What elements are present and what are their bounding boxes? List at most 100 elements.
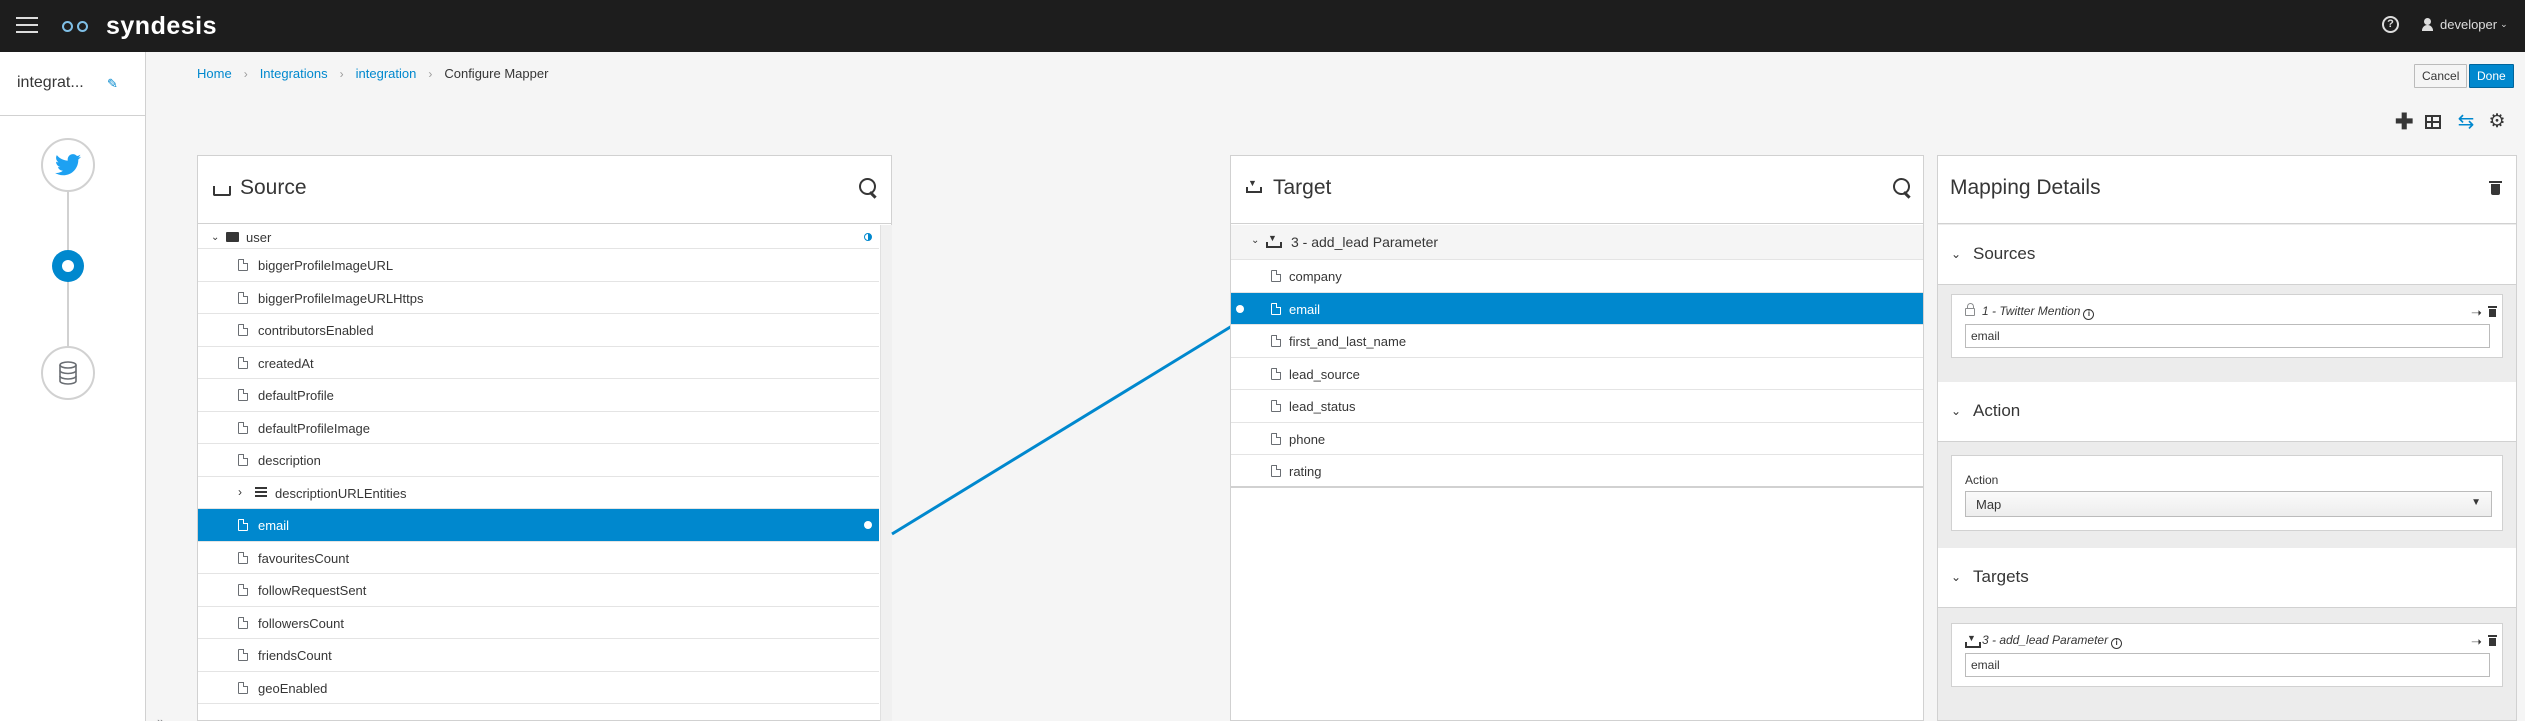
target-field-label: phone (1289, 431, 1326, 447)
target-card-label-text: 3 - add_lead Parameter (1982, 633, 2109, 647)
user-menu[interactable]: developer ⌄ (2422, 17, 2508, 32)
pencil-icon[interactable]: ✎ (107, 77, 119, 90)
file-icon (238, 584, 248, 596)
source-field[interactable]: biggerProfileImageURLHttps (198, 282, 879, 314)
arrow-right-icon[interactable]: ➝ (2471, 305, 2482, 321)
folder-icon (226, 232, 239, 242)
step-twitter[interactable] (41, 138, 95, 192)
source-field[interactable]: followersCount (198, 607, 879, 639)
target-parent-group[interactable]: ⌄ 3 - add_lead Parameter (1231, 225, 1923, 260)
source-field-label: contributorsEnabled (258, 323, 374, 338)
target-field[interactable]: lead_source (1231, 358, 1923, 390)
target-mapping-card: 3 - add_lead Parameteri ➝ (1951, 623, 2503, 687)
cancel-button[interactable]: Cancel (2414, 64, 2468, 88)
app-logo[interactable]: syndesis (62, 12, 217, 40)
download-icon (1266, 233, 1282, 248)
chevron-down-icon[interactable]: ⌄ (211, 232, 219, 243)
file-icon (238, 356, 248, 369)
action-section-header[interactable]: ⌄ Action (1938, 382, 2516, 442)
file-icon (238, 324, 248, 336)
target-field-selected[interactable]: email (1231, 292, 1923, 325)
source-field-label: biggerProfileImageURLHttps (258, 290, 424, 306)
source-field-collection[interactable]: › descriptionURLEntities (198, 477, 879, 509)
file-icon (1271, 465, 1281, 477)
help-icon[interactable]: ? (2382, 16, 2399, 33)
table-icon[interactable] (2425, 113, 2443, 131)
arrow-right-icon[interactable]: ➝ (2471, 634, 2482, 650)
lock-icon (1965, 303, 1975, 316)
inbox-icon (213, 186, 231, 196)
file-icon (238, 389, 248, 401)
divider (0, 115, 146, 116)
targets-label: Targets (1973, 567, 2029, 586)
chevron-down-icon[interactable]: ⌄ (1251, 235, 1259, 246)
file-icon (238, 616, 248, 629)
trash-icon[interactable] (2488, 306, 2497, 317)
swap-icon[interactable]: ⇆ (2457, 112, 2475, 132)
chevron-down-icon[interactable]: ⌄ (1951, 247, 1961, 261)
file-icon (1271, 335, 1281, 347)
source-card-label-text: 1 - Twitter Mention (1982, 304, 2081, 318)
done-button[interactable]: Done (2469, 64, 2514, 88)
info-icon[interactable]: i (2111, 638, 2123, 649)
chevron-down-icon[interactable]: ⌄ (1951, 570, 1961, 584)
integration-steps-rail: integrat... ✎ » (0, 52, 164, 721)
source-field[interactable]: followRequestSent (198, 574, 879, 607)
sources-section-header[interactable]: ⌄ Sources (1938, 225, 2516, 285)
source-field[interactable]: contributorsEnabled (198, 314, 879, 347)
partial-mapping-indicator-icon (864, 233, 872, 241)
target-field-label: first_and_last_name (1289, 334, 1407, 349)
target-field[interactable]: phone (1231, 423, 1923, 455)
download-icon (1965, 633, 1981, 648)
search-icon[interactable] (1893, 178, 1913, 198)
source-field[interactable]: friendsCount (198, 639, 879, 672)
target-group-label: 3 - add_lead Parameter (1291, 234, 1439, 250)
source-panel: Source ⌄ user biggerProfileImageURL bigg… (197, 155, 892, 721)
target-field[interactable]: company (1231, 260, 1923, 293)
expand-rail-button[interactable]: » (157, 714, 164, 721)
breadcrumb-separator: › (339, 66, 344, 81)
chevron-right-icon[interactable]: › (238, 485, 242, 499)
source-field-label: descriptionURLEntities (275, 485, 407, 501)
source-field-label: favouritesCount (258, 550, 350, 566)
breadcrumb-home[interactable]: Home (197, 66, 232, 81)
target-field[interactable]: first_and_last_name (1231, 325, 1923, 358)
source-field-label: email (258, 518, 290, 533)
breadcrumb-integrations[interactable]: Integrations (260, 66, 328, 81)
target-field[interactable]: rating (1231, 455, 1923, 488)
user-icon (2422, 18, 2433, 31)
step-database[interactable] (41, 346, 95, 400)
target-field[interactable]: lead_status (1231, 390, 1923, 423)
source-field[interactable]: favouritesCount (198, 542, 879, 574)
source-field-label: defaultProfile (258, 388, 334, 403)
action-select[interactable]: Map ▼ (1965, 491, 2492, 517)
source-parent-user[interactable]: ⌄ user (198, 225, 879, 249)
trash-icon[interactable] (2488, 635, 2497, 646)
source-field[interactable]: biggerProfileImageURL (198, 249, 879, 282)
action-card: Action Map ▼ (1951, 455, 2503, 531)
source-field[interactable]: geoEnabled (198, 672, 879, 704)
file-icon (238, 551, 248, 564)
info-icon[interactable]: i (2083, 309, 2095, 320)
chevron-down-icon[interactable]: ⌄ (1951, 404, 1961, 418)
gear-icon[interactable]: ⚙ (2488, 112, 2506, 131)
targets-section-header[interactable]: ⌄ Targets (1938, 548, 2516, 608)
source-mapping-card: 1 - Twitter Mention i ➝ (1951, 294, 2503, 358)
source-field-selected[interactable]: email (198, 509, 879, 542)
source-field[interactable]: description (198, 444, 879, 477)
trash-icon[interactable] (2489, 180, 2502, 196)
source-field[interactable]: defaultProfileImage (198, 412, 879, 444)
download-icon (1246, 178, 1262, 193)
step-data-mapper[interactable] (52, 250, 84, 282)
search-icon[interactable] (859, 178, 879, 198)
source-field[interactable]: defaultProfile (198, 379, 879, 412)
source-scrollbar[interactable] (880, 225, 892, 721)
target-field-input[interactable] (1965, 653, 2490, 677)
source-field[interactable]: createdAt (198, 347, 879, 379)
plus-icon[interactable]: ✚ (2395, 111, 2413, 133)
hamburger-icon[interactable] (16, 17, 38, 33)
file-icon (238, 649, 248, 661)
source-field-input[interactable] (1965, 324, 2490, 348)
breadcrumb-integration[interactable]: integration (356, 66, 417, 81)
target-field-list: ⌄ 3 - add_lead Parameter company email f… (1231, 225, 1923, 488)
